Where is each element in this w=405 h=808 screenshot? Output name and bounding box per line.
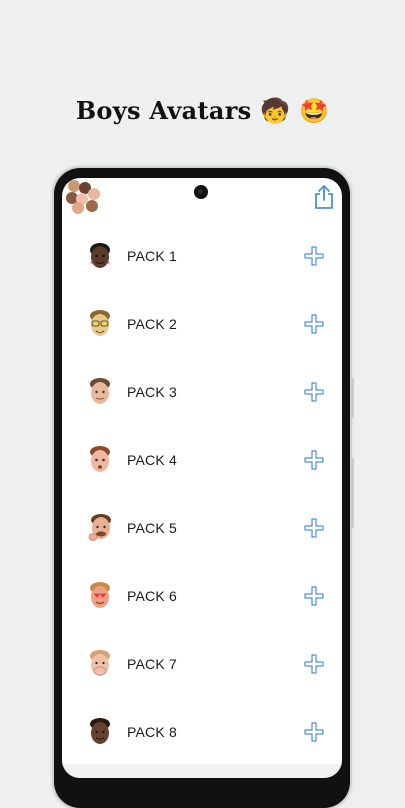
front-camera [194,185,208,199]
add-pack-icon[interactable] [303,517,325,539]
pack-row-1[interactable]: PACK 1 [62,222,342,290]
pack-label: PACK 3 [127,384,177,400]
pack-label: PACK 8 [127,724,177,740]
pack-row-7[interactable]: PACK 7 [62,630,342,698]
app-logo-collage[interactable] [66,180,100,214]
pack-list: PACK 1 PACK 2 PACK 3 PACK 4 PACK 5 PACK … [62,222,342,766]
pack-label: PACK 7 [127,656,177,672]
phone-volume-button [351,458,354,528]
add-pack-icon[interactable] [303,381,325,403]
app-screen: PACK 1 PACK 2 PACK 3 PACK 4 PACK 5 PACK … [62,178,342,778]
pack-row-2[interactable]: PACK 2 [62,290,342,358]
add-pack-icon[interactable] [303,653,325,675]
pack-row-4[interactable]: PACK 4 [62,426,342,494]
add-pack-icon[interactable] [303,585,325,607]
pack-row-3[interactable]: PACK 3 [62,358,342,426]
pack-avatar-icon [90,582,110,608]
pack-label: PACK 5 [127,520,177,536]
phone-side-button [351,378,354,418]
promo-emojis: 🧒 🤩 [260,97,330,125]
add-pack-icon[interactable] [303,313,325,335]
add-pack-icon[interactable] [303,721,325,743]
phone-frame: PACK 1 PACK 2 PACK 3 PACK 4 PACK 5 PACK … [54,168,354,808]
pack-row-6[interactable]: PACK 6 [62,562,342,630]
pack-avatar-icon [90,650,110,676]
pack-row-5[interactable]: PACK 5 [62,494,342,562]
pack-label: PACK 6 [127,588,177,604]
pack-avatar-icon [90,310,110,336]
promo-title: Boys Avatars [75,96,252,125]
add-pack-icon[interactable] [303,449,325,471]
pack-label: PACK 2 [127,316,177,332]
pack-label: PACK 4 [127,452,177,468]
pack-avatar-icon [88,514,111,541]
pack-label: PACK 1 [127,248,177,264]
pack-row-8[interactable]: PACK 8 [62,698,342,766]
pack-avatar-icon [90,718,110,744]
share-icon[interactable] [312,184,336,210]
pack-avatar-icon [90,446,110,472]
promo-headline: Boys Avatars 🧒 🤩 [0,96,405,125]
pack-avatar-icon [90,378,110,404]
pack-avatar-icon [90,243,110,268]
add-pack-icon[interactable] [303,245,325,267]
bottom-strip [62,764,342,778]
